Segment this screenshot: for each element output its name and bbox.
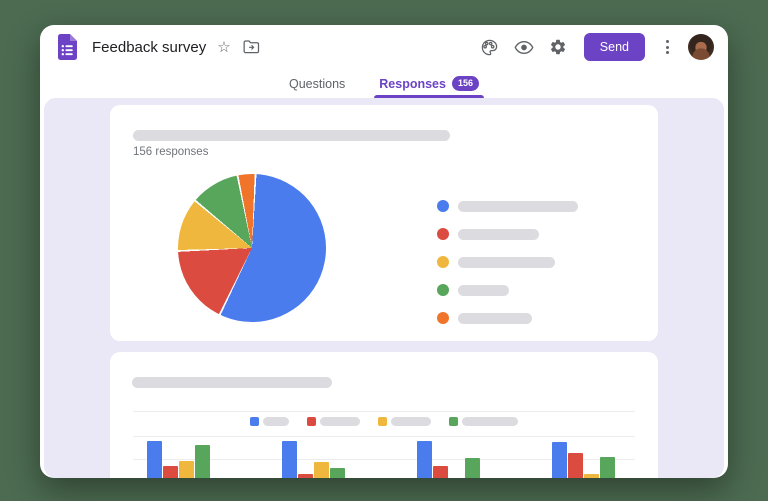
- desktop-background: Feedback survey ☆: [0, 0, 768, 501]
- bar-question-card: [110, 352, 658, 478]
- yellow-bar: [314, 462, 329, 478]
- responses-count-badge: 156: [452, 76, 479, 91]
- orange-legend-dot: [437, 312, 449, 324]
- blue-bar: [417, 441, 432, 478]
- tab-responses[interactable]: Responses 156: [377, 69, 481, 98]
- pie-legend-row: [437, 256, 578, 268]
- responses-content-area: 156 responses: [44, 98, 724, 478]
- red-bar: [433, 466, 448, 478]
- app-bar-right: Send: [480, 33, 714, 61]
- legend-label-skeleton: [458, 285, 509, 296]
- bar-group-2: [282, 441, 346, 478]
- pie-chart: [178, 174, 326, 322]
- send-button[interactable]: Send: [584, 33, 645, 61]
- move-to-folder-icon[interactable]: [243, 40, 260, 54]
- legend-label-skeleton: [458, 201, 578, 212]
- yellow-bar: [179, 461, 194, 478]
- star-icon[interactable]: ☆: [217, 40, 230, 55]
- blue-bar: [147, 441, 162, 478]
- legend-label-skeleton: [458, 229, 539, 240]
- bar-group-3: [417, 441, 481, 478]
- bar-group-4: [552, 442, 616, 478]
- more-options-kebab-icon[interactable]: [662, 36, 673, 58]
- yellow-bar: [584, 474, 599, 478]
- green-legend-dot: [437, 284, 449, 296]
- bar-chart-groups: [110, 352, 658, 478]
- blue-legend-dot: [437, 200, 449, 212]
- pie-legend-row: [437, 284, 578, 296]
- responses-count-text: 156 responses: [133, 146, 208, 158]
- pie-legend-row: [437, 228, 578, 240]
- question-title-skeleton: [133, 130, 450, 141]
- yellow-legend-dot: [437, 256, 449, 268]
- tab-questions-label: Questions: [289, 77, 345, 91]
- legend-label-skeleton: [458, 313, 532, 324]
- green-bar: [465, 458, 480, 478]
- red-bar: [298, 474, 313, 478]
- legend-label-skeleton: [458, 257, 555, 268]
- tab-bar: Questions Responses 156: [40, 69, 728, 98]
- blue-bar: [282, 441, 297, 478]
- red-bar: [568, 453, 583, 478]
- bar-group-1: [147, 441, 211, 478]
- green-bar: [330, 468, 345, 478]
- green-bar: [600, 457, 615, 478]
- pie-question-card: 156 responses: [110, 105, 658, 341]
- red-legend-dot: [437, 228, 449, 240]
- pie-legend: [437, 200, 578, 324]
- green-bar: [195, 445, 210, 478]
- account-avatar[interactable]: [688, 34, 714, 60]
- app-bar: Feedback survey ☆: [40, 25, 728, 69]
- google-forms-icon: [58, 34, 77, 60]
- settings-gear-icon[interactable]: [549, 38, 567, 56]
- blue-bar: [552, 442, 567, 478]
- tab-questions[interactable]: Questions: [287, 69, 347, 98]
- pie-legend-row: [437, 200, 578, 212]
- theme-palette-icon[interactable]: [480, 38, 499, 57]
- tab-responses-label: Responses: [379, 77, 446, 91]
- pie-legend-row: [437, 312, 578, 324]
- app-bar-left: Feedback survey ☆: [58, 34, 260, 60]
- red-bar: [163, 466, 178, 478]
- form-title: Feedback survey: [92, 39, 206, 56]
- preview-eye-icon[interactable]: [514, 40, 534, 55]
- google-forms-window: Feedback survey ☆: [40, 25, 728, 478]
